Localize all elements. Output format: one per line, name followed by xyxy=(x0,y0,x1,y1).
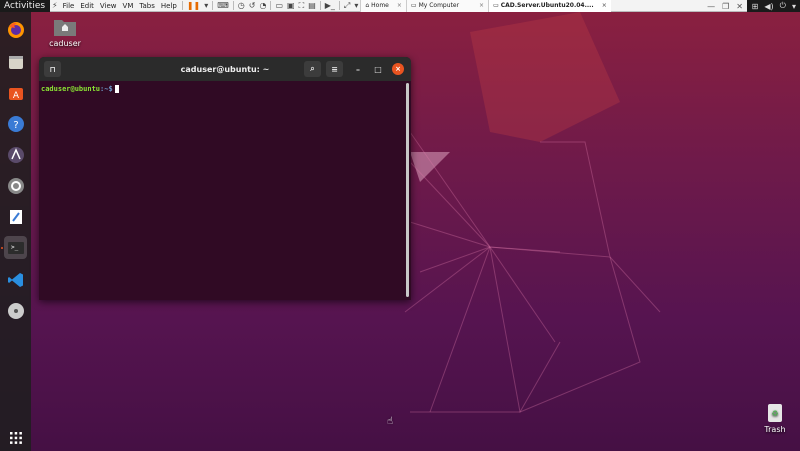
snapshot-icon[interactable]: ◷ xyxy=(236,1,247,10)
aptik-icon[interactable] xyxy=(4,143,27,166)
settings-icon[interactable] xyxy=(4,174,27,197)
pause-dropdown-icon[interactable]: ▾ xyxy=(202,1,210,10)
system-tray[interactable]: ⊞ ◀) ⏻ ▾ xyxy=(752,0,796,12)
files-icon[interactable] xyxy=(4,50,27,73)
toolbar-divider xyxy=(181,1,183,10)
menu-help[interactable]: Help xyxy=(158,0,180,12)
console-icon[interactable]: ▶_ xyxy=(323,1,337,10)
trash-label: Trash xyxy=(764,425,786,434)
close-icon[interactable]: × xyxy=(602,2,607,9)
toolbar-divider xyxy=(212,1,214,10)
firefox-icon[interactable] xyxy=(4,18,27,41)
menu-vm[interactable]: VM xyxy=(120,0,137,12)
terminal-titlebar[interactable]: ⊓ caduser@ubuntu: ~ ⌕ ≡ – □ × xyxy=(39,57,411,81)
software-icon[interactable]: A xyxy=(4,81,27,104)
terminal-scrollbar[interactable] xyxy=(406,83,409,297)
home-folder-icon xyxy=(54,20,76,36)
tab-my-computer[interactable]: ▭ My Computer × xyxy=(405,0,489,12)
desktop-trash[interactable]: ♻ Trash xyxy=(760,401,790,434)
menu-tabs[interactable]: Tabs xyxy=(136,0,158,12)
network-icon[interactable]: ⊞ xyxy=(752,2,759,11)
fullscreen-icon[interactable]: ⛶ xyxy=(297,1,307,11)
help-icon[interactable]: ? xyxy=(4,112,27,135)
running-indicator xyxy=(1,247,3,249)
toolbar-divider xyxy=(270,1,272,10)
revert-snapshot-icon[interactable]: ↺ xyxy=(247,1,258,10)
toolbar-divider xyxy=(319,1,321,10)
vscode-icon[interactable] xyxy=(4,268,27,291)
home-icon: ⌂ xyxy=(365,2,370,9)
minimize-icon[interactable]: – xyxy=(352,63,364,75)
menu-view[interactable]: View xyxy=(97,0,120,12)
unity-icon[interactable]: ▤ xyxy=(306,1,318,10)
thumbnail-icon[interactable]: ▣ xyxy=(285,1,297,10)
library-icon[interactable]: ▭ xyxy=(273,1,285,10)
mouse-pointer-icon: ☝ xyxy=(387,416,394,427)
menu-icon[interactable]: ≡ xyxy=(326,61,343,77)
svg-text:>_: >_ xyxy=(11,244,19,251)
terminal-content[interactable]: caduser@ubuntu:~$ xyxy=(39,81,411,97)
pause-icon[interactable]: ❚❚ xyxy=(185,1,202,10)
snapshot-manager-icon[interactable]: ◔ xyxy=(257,1,268,10)
close-icon[interactable]: × xyxy=(397,2,402,9)
maximize-icon[interactable]: □ xyxy=(372,63,384,75)
terminal-icon[interactable]: >_ xyxy=(4,236,27,259)
minimize-icon[interactable]: — xyxy=(707,2,715,11)
close-window-icon[interactable]: ✕ xyxy=(736,2,743,11)
vmware-toolbar: ⚡ File Edit View VM Tabs Help ❚❚ ▾ ⌨ ◷ ↺… xyxy=(50,0,747,12)
dropdown-icon[interactable]: ▾ xyxy=(792,2,796,11)
tab-label: My Computer xyxy=(418,2,460,9)
close-icon[interactable]: × xyxy=(479,2,484,9)
prompt-path: :~$ xyxy=(100,85,113,93)
search-icon[interactable]: ⌕ xyxy=(304,61,321,77)
desktop-home-folder[interactable]: caduser xyxy=(48,17,82,48)
menu-file[interactable]: File xyxy=(60,0,78,12)
tab-cad-server[interactable]: ▭ CAD.Server.Ubuntu20.04.... × xyxy=(488,0,611,12)
tab-label: Home xyxy=(371,2,389,9)
vm-icon: ▭ xyxy=(493,2,499,9)
tab-label: CAD.Server.Ubuntu20.04.... xyxy=(500,2,594,9)
text-editor-icon[interactable] xyxy=(4,205,27,228)
restore-icon[interactable]: ❐ xyxy=(722,2,729,11)
ubuntu-dock: A ? >_ xyxy=(0,12,31,451)
prompt-user: caduser@ubuntu xyxy=(41,85,101,93)
svg-text:?: ? xyxy=(13,120,18,131)
window-controls: — ❐ ✕ xyxy=(707,0,743,12)
stretch-dropdown-icon[interactable]: ▾ xyxy=(352,1,360,10)
send-keys-icon[interactable]: ⌨ xyxy=(215,1,231,10)
text-cursor xyxy=(114,85,119,93)
svg-text:♻: ♻ xyxy=(771,409,778,418)
menu-edit[interactable]: Edit xyxy=(77,0,97,12)
trash-icon: ♻ xyxy=(768,404,782,422)
computer-icon: ▭ xyxy=(410,2,417,9)
terminal-window[interactable]: ⊓ caduser@ubuntu: ~ ⌕ ≡ – □ × caduser@ub… xyxy=(39,57,411,300)
svg-text:A: A xyxy=(12,91,19,101)
home-folder-label: caduser xyxy=(49,39,81,48)
tab-home[interactable]: ⌂ Home × xyxy=(360,0,406,12)
power-icon[interactable]: ⏻ xyxy=(780,1,786,11)
close-icon[interactable]: × xyxy=(392,63,404,75)
volume-icon[interactable]: ◀) xyxy=(764,2,773,11)
vmware-logo-icon: ⚡ xyxy=(52,1,58,10)
activities-button[interactable]: Activities xyxy=(0,1,45,11)
toolbar-divider xyxy=(338,1,340,10)
disc-icon[interactable] xyxy=(4,299,27,322)
stretch-icon[interactable]: ⤢ xyxy=(342,1,352,11)
toolbar-divider xyxy=(232,1,234,10)
app-grid-icon[interactable] xyxy=(4,426,27,449)
